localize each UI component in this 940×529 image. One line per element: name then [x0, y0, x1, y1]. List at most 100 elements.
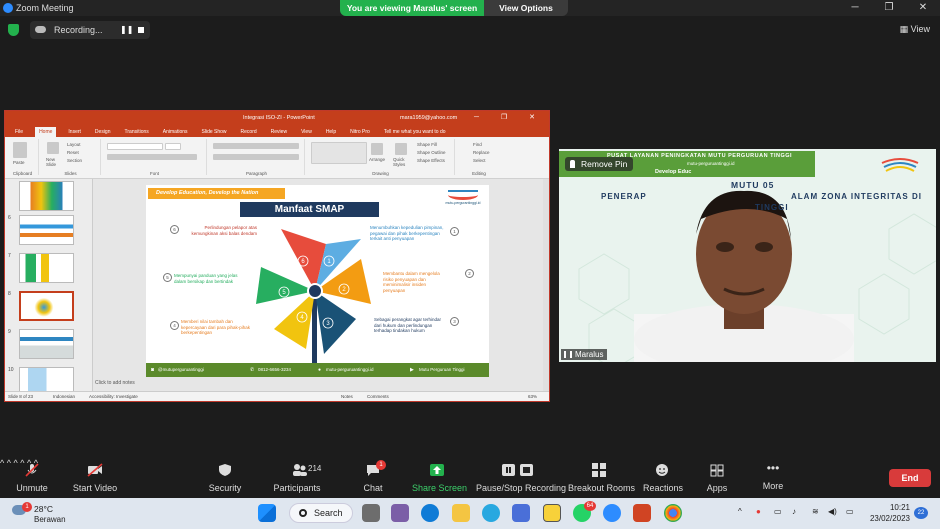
slide-thumbnail-selected[interactable]	[19, 291, 74, 321]
ppt-tab-view[interactable]: View	[299, 129, 314, 137]
status-language[interactable]: Indonesian	[53, 394, 75, 399]
microphone-icon[interactable]: ♪	[792, 507, 796, 516]
powerpoint-taskbar-icon[interactable]	[633, 504, 651, 522]
benefit-item-1: Menumbuhkan kepedulian pimpinan, pegawai…	[370, 225, 444, 241]
apps-button[interactable]: Apps	[700, 458, 734, 493]
slide-thumbnail[interactable]	[19, 181, 74, 211]
taskbar-clock[interactable]: 10:21 23/02/2023	[864, 502, 910, 524]
speaker-video[interactable]: PUSAT LAYANAN PENINGKATAN MUTU PERGURUAN…	[559, 149, 936, 362]
security-shield-icon[interactable]	[8, 24, 19, 36]
slide-thumbnail[interactable]	[19, 329, 74, 359]
speaker-banner-title: PUSAT LAYANAN PENINGKATAN MUTU PERGURUAN…	[607, 153, 793, 159]
ppt-tab-nitro[interactable]: Nitro Pro	[348, 129, 372, 137]
pinwheel-blade-4	[274, 291, 315, 349]
status-zoom[interactable]: 63%	[528, 394, 537, 399]
windows-start-icon[interactable]	[258, 504, 276, 522]
chrome-icon[interactable]	[664, 504, 682, 522]
store-icon[interactable]	[512, 504, 530, 522]
tray-monitor-icon[interactable]: ▭	[774, 507, 782, 516]
chat-button[interactable]: 1 Chat	[356, 458, 390, 493]
font-name-select[interactable]	[107, 143, 163, 150]
select-button[interactable]: Select	[473, 158, 486, 163]
quick-styles-icon[interactable]	[395, 143, 407, 155]
arrange-icon[interactable]	[371, 143, 383, 155]
slide-thumbnail[interactable]	[19, 215, 74, 245]
ppt-tab-home[interactable]: Home	[35, 127, 57, 137]
ppt-tab-file[interactable]: File	[13, 129, 25, 137]
start-video-label: Start Video	[72, 483, 118, 493]
view-options-button[interactable]: View Options	[484, 0, 568, 16]
status-accessibility[interactable]: Accessibility: Investigate	[89, 394, 138, 399]
sticky-notes-icon[interactable]	[543, 504, 561, 522]
end-meeting-button[interactable]: End	[889, 469, 931, 487]
start-video-button[interactable]: Start Video	[72, 458, 118, 493]
ppt-tab-animations[interactable]: Animations	[161, 129, 190, 137]
paragraph-group-label: Paragraph	[245, 171, 267, 176]
pause-stop-recording-button[interactable]: Pause/Stop Recording	[476, 458, 566, 493]
notification-count[interactable]: 22	[914, 507, 928, 519]
ppt-tell-me[interactable]: Tell me what you want to do	[382, 129, 448, 137]
teams-chat-icon[interactable]	[391, 504, 409, 522]
section-button[interactable]: Section	[67, 158, 82, 163]
share-screen-button[interactable]: Share Screen	[412, 458, 467, 493]
edge-icon[interactable]	[421, 504, 439, 522]
ppt-tab-help[interactable]: Help	[324, 129, 338, 137]
remove-pin-button[interactable]: Remove Pin	[565, 157, 633, 171]
video-caret-icon[interactable]: ^	[7, 458, 11, 468]
breakout-rooms-button[interactable]: Breakout Rooms	[568, 458, 635, 493]
audio-caret-icon[interactable]: ^	[0, 458, 4, 468]
stop-recording-icon[interactable]	[138, 27, 144, 33]
battery-icon[interactable]: ▭	[846, 507, 854, 516]
new-slide-icon[interactable]	[47, 142, 59, 154]
status-comments[interactable]: Comments	[367, 394, 389, 399]
pause-recording-icon[interactable]: ❚❚	[120, 25, 133, 34]
volume-icon[interactable]: ◀)	[828, 507, 837, 516]
shape-effects-button[interactable]: Shape Effects	[417, 158, 445, 163]
clock-date: 23/02/2023	[869, 514, 910, 523]
replace-button[interactable]: Replace	[473, 150, 490, 155]
font-size-select[interactable]	[165, 143, 181, 150]
shapes-gallery[interactable]	[311, 142, 367, 164]
notes-placeholder[interactable]: Click to add notes	[95, 380, 135, 386]
reactions-button[interactable]: Reactions	[643, 458, 683, 493]
ppt-tab-review[interactable]: Review	[269, 129, 289, 137]
shape-fill-button[interactable]: Shape Fill	[417, 142, 437, 147]
recording-label: Recording...	[54, 25, 103, 35]
ppt-tab-insert[interactable]: Insert	[66, 129, 83, 137]
align-buttons[interactable]	[213, 154, 299, 160]
reset-button[interactable]: Reset	[67, 150, 79, 155]
security-button[interactable]: Security	[205, 458, 245, 493]
thumb-number: 7	[8, 253, 11, 259]
taskbar-search[interactable]: Search	[289, 503, 353, 523]
more-button[interactable]: ••• More	[756, 458, 790, 491]
font-format-buttons[interactable]	[107, 154, 197, 160]
slide-heading: Manfaat SMAP	[240, 202, 379, 217]
ppt-tab-record[interactable]: Record	[239, 129, 259, 137]
current-slide[interactable]: Develop Education, Develop the Nation mu…	[146, 185, 489, 377]
ppt-tab-transitions[interactable]: Transitions	[123, 129, 151, 137]
list-buttons[interactable]	[213, 143, 299, 149]
status-notes[interactable]: Notes	[341, 394, 353, 399]
wifi-icon[interactable]: ≋	[812, 507, 819, 516]
tray-overflow-icon[interactable]: ^	[738, 507, 742, 516]
slide-scrollbar[interactable]	[543, 179, 549, 391]
file-explorer-icon[interactable]	[452, 504, 470, 522]
shape-outline-button[interactable]: Shape Outline	[417, 150, 446, 155]
photos-icon[interactable]	[482, 504, 500, 522]
minimize-icon[interactable]: ─	[838, 0, 872, 16]
find-button[interactable]: Find	[473, 142, 482, 147]
tray-app-icon[interactable]: ●	[756, 507, 761, 516]
layout-button[interactable]: Layout	[67, 142, 81, 147]
ppt-window-controls[interactable]: ─ ❐ ✕	[474, 113, 545, 121]
maximize-icon[interactable]: ❐	[872, 0, 906, 16]
view-button[interactable]: ▦ View	[900, 24, 930, 35]
paste-icon[interactable]	[13, 142, 27, 158]
task-view-icon[interactable]	[362, 504, 380, 522]
unmute-button[interactable]: Unmute	[14, 458, 50, 493]
close-icon[interactable]: ✕	[906, 0, 940, 16]
ppt-tab-design[interactable]: Design	[93, 129, 113, 137]
zoom-taskbar-icon[interactable]	[603, 504, 621, 522]
participants-button[interactable]: 214 Participants	[272, 458, 322, 493]
ppt-tab-slideshow[interactable]: Slide Show	[200, 129, 229, 137]
slide-thumbnail[interactable]	[19, 253, 74, 283]
